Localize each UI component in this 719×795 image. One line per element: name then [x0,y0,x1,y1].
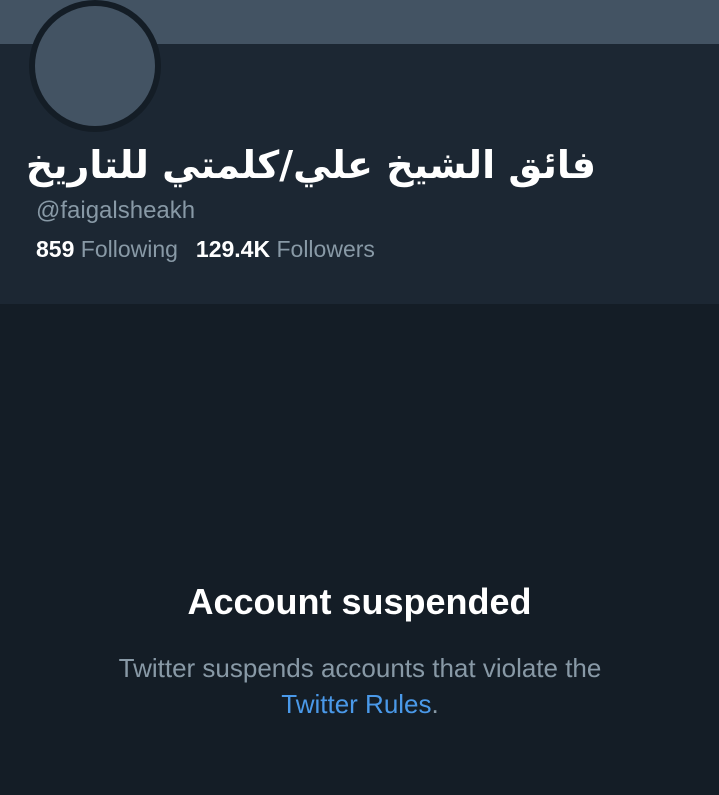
following-stat[interactable]: 859 Following [36,236,178,262]
twitter-rules-link[interactable]: Twitter Rules [281,689,431,719]
suspended-title: Account suspended [187,581,532,622]
suspended-profile-page: فائق الشيخ علي/كلمتي للتاريخ @faigalshea… [0,0,719,795]
followers-stat[interactable]: 129.4K Followers [196,236,375,262]
following-label: Following [80,236,178,262]
followers-count: 129.4K [195,236,271,262]
suspended-message-text: Twitter suspends accounts that violate t… [118,653,602,683]
following-count: 859 [36,236,75,262]
followers-label: Followers [276,236,375,262]
avatar-placeholder [35,6,155,126]
profile-stats: 859 Following 129.4K Followers [36,234,375,264]
avatar [29,0,161,132]
profile-display-name: فائق الشيخ علي/كلمتي للتاريخ [25,143,596,187]
profile-header: فائق الشيخ علي/كلمتي للتاريخ @faigalshea… [0,0,719,304]
message-period: . [431,689,439,719]
suspended-message: Twitter suspends accounts that violate t… [60,650,660,722]
profile-handle: @faigalsheakh [36,197,196,224]
